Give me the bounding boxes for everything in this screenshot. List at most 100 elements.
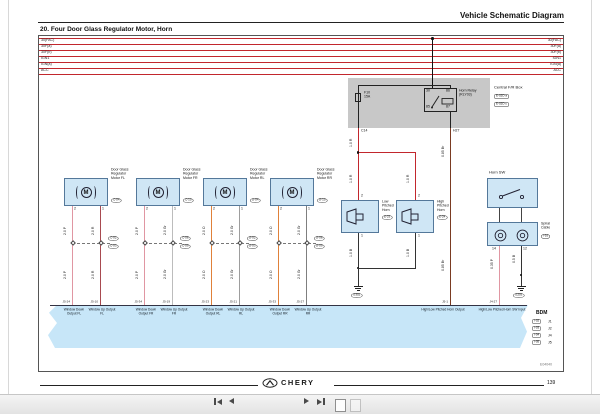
- wire-label: 2.0 P: [135, 226, 140, 235]
- next-view-button[interactable]: [350, 398, 361, 412]
- spiral-pin-left: 14: [492, 246, 496, 251]
- fuse-feed-wire: [358, 85, 359, 128]
- rail-label-right: IGN(a): [550, 62, 561, 67]
- motor-wire: [144, 206, 146, 305]
- next-page-button[interactable]: [304, 398, 309, 404]
- bdm-pin: J5-33: [268, 300, 276, 304]
- motor-pin: 1: [101, 206, 104, 211]
- bdm-pin: J5-24: [62, 300, 70, 304]
- inline-connector-tag: D-09: [314, 243, 325, 249]
- motor-wire: [172, 206, 174, 305]
- motor-paren: [92, 185, 96, 199]
- previous-view-button[interactable]: [335, 398, 346, 412]
- motor-pin: 1: [240, 206, 243, 211]
- chery-logo-icon: [262, 377, 278, 388]
- wire-label: 2.0 P: [63, 270, 68, 279]
- last-page-button[interactable]: [317, 398, 325, 405]
- motor-wire: [100, 206, 102, 305]
- motor-connector: C-04: [111, 198, 122, 203]
- motor-paren: [215, 185, 219, 199]
- motor-icon: M: [219, 186, 231, 198]
- bdm-pin: J5-21: [229, 300, 237, 304]
- high-pitched-horn: [396, 200, 434, 233]
- bdm-connector-tag: I-02: [532, 319, 542, 324]
- horn-ground-wire: [357, 233, 359, 268]
- next-page-icon: [304, 398, 309, 404]
- motor-icon: M: [152, 186, 164, 198]
- motor-pin: 1: [307, 206, 310, 211]
- pdf-toolbar: 141 / 189: [0, 394, 600, 414]
- bdm-signal-label: High/Low Pitched Horn SW Input: [478, 308, 526, 312]
- rail-label-left: 30(FAC): [41, 38, 55, 43]
- relay-pin-30: 30: [426, 88, 430, 93]
- wire-label: 2.0 Gr: [297, 225, 302, 235]
- bdm-pin: J5-34: [134, 300, 142, 304]
- bdm-signal-label: Window Down Output FR: [135, 307, 157, 315]
- rail-label-right: 30F(b): [550, 50, 561, 55]
- ground-icon: [355, 288, 361, 290]
- coil-icon: [494, 229, 506, 241]
- rail-label-left: 30F(a): [41, 44, 52, 49]
- motor-wire: [239, 206, 241, 305]
- wire-label: 0.85 Br: [441, 259, 446, 271]
- ground-tag: G302: [351, 293, 363, 298]
- bdm-signal-label: Window Down Output RR: [269, 307, 291, 315]
- wire-label: 1.0 R: [349, 174, 354, 183]
- wire-label: 2.0 O: [202, 270, 207, 279]
- bdm-signal-label: Window Down Output FL: [63, 307, 85, 315]
- rail-junction-dot: [431, 37, 434, 40]
- wire-label: 2.0 Gr: [163, 225, 168, 235]
- spiral-pin-right: 12: [523, 246, 527, 251]
- horn-sw-box: [487, 178, 538, 208]
- inline-connector-link: [211, 243, 249, 244]
- inline-connector-tag: D-08: [314, 236, 325, 241]
- power-rail-line: [39, 55, 563, 57]
- motor-paren: [282, 185, 286, 199]
- central-box-connector-a: E-02D a: [494, 93, 510, 99]
- motor-pin: 2: [73, 206, 76, 211]
- wire-label: 1.0 B: [349, 248, 354, 257]
- bdm-connector-group: J2: [548, 326, 552, 331]
- rail-label-right: ACC: [553, 68, 561, 73]
- wire-label: 2.0 R: [91, 226, 96, 235]
- bdm-pin: J5-23: [201, 300, 209, 304]
- first-page-button[interactable]: [214, 398, 222, 405]
- relay-contact-coil-icon: [431, 95, 454, 109]
- wire-label: 2.0 P: [135, 270, 140, 279]
- bdm-connector-group: J4: [548, 333, 552, 338]
- bdm-signal-label: Window Down Output RL: [202, 307, 224, 315]
- inline-connector-tag: C-09: [180, 243, 191, 249]
- horn-feed-wire: [414, 151, 416, 200]
- sw-wire: [520, 208, 522, 222]
- motor-label: Door Glass Regulator Motor FR: [183, 168, 201, 180]
- wire-label: 2.0 Gr: [297, 269, 302, 279]
- previous-page-button[interactable]: [229, 398, 234, 404]
- bdm-connector-group: J1: [548, 319, 552, 324]
- bdm-connector-group: J5: [548, 340, 552, 345]
- wire-label: 1.0 R: [349, 138, 354, 147]
- horn-sw-ground-wire: [520, 246, 522, 286]
- horn-ground-link: [357, 267, 416, 269]
- bdm-connector-tag: I-04: [532, 333, 542, 338]
- inline-connector-tag: C-02: [108, 236, 119, 241]
- page-header-title: Vehicle Schematic Diagram: [459, 11, 564, 20]
- fuse-symbol: [355, 93, 361, 102]
- pin-c14: C14: [361, 128, 368, 133]
- wire-label: 1.0 R: [406, 174, 411, 183]
- wire-label: 0.85 Br: [441, 145, 446, 157]
- horn-pin-top: 2: [417, 194, 420, 198]
- bdm-signal-label: Window Up Output FL: [88, 307, 116, 315]
- motor-wire: [211, 206, 213, 305]
- motor-icon: M: [286, 186, 298, 198]
- wire-label: 2.0 R: [91, 270, 96, 279]
- power-rail-line: [39, 37, 563, 39]
- motor-paren: [148, 185, 152, 199]
- brand-text: CHERY: [281, 377, 315, 387]
- rail-label-right: IGN1: [552, 56, 561, 61]
- horn-output-wire: [449, 128, 451, 305]
- document-page-number: 139: [547, 380, 556, 386]
- pin-h27: H27: [453, 128, 460, 133]
- power-rail-line: [39, 43, 563, 45]
- ground-icon: [519, 290, 523, 292]
- motor-pin: 2: [279, 206, 282, 211]
